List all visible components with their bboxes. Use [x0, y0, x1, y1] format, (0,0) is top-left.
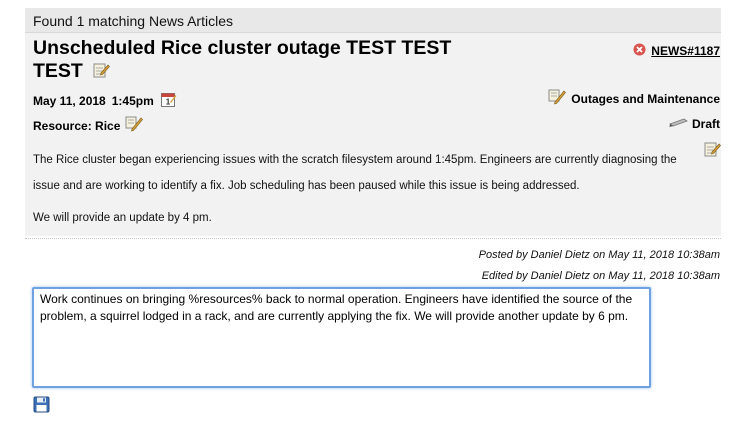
posted-by: Posted by Daniel Dietz on May 11, 2018 1… — [478, 249, 720, 261]
article-category: Outages and Maintenance — [547, 88, 720, 109]
edit-body-icon[interactable] — [703, 140, 721, 163]
news-id-area: NEWS#1187 — [633, 43, 720, 59]
pencil-icon[interactable] — [669, 117, 689, 131]
results-count-text: Found 1 matching News Articles — [33, 13, 233, 29]
article-title: Unscheduled Rice cluster outage TEST TES… — [33, 37, 473, 85]
category-label: Outages and Maintenance — [571, 91, 720, 106]
article-date: May 11, 2018 — [33, 94, 106, 108]
article-resource: Resource: Rice — [33, 115, 146, 136]
body-paragraph: We will provide an update by 4 pm. — [33, 212, 212, 224]
article-datetime: May 11, 2018 1:45pm 1 — [33, 91, 177, 111]
save-disk-icon[interactable] — [33, 396, 50, 418]
pencil-note-icon[interactable] — [547, 88, 569, 109]
body-paragraph: The Rice cluster began experiencing issu… — [33, 154, 677, 192]
divider — [25, 238, 721, 239]
article-time: 1:45pm — [111, 94, 154, 108]
edited-by: Edited by Daniel Dietz on May 11, 2018 1… — [481, 270, 720, 282]
delete-icon[interactable] — [633, 43, 646, 59]
edit-note-icon[interactable] — [92, 61, 111, 85]
update-textarea[interactable] — [32, 287, 651, 388]
resource-label: Resource: Rice — [33, 118, 121, 133]
results-header: Found 1 matching News Articles — [25, 8, 721, 33]
article-status: Draft — [669, 117, 720, 131]
pencil-note-icon[interactable] — [124, 115, 146, 136]
status-label: Draft — [691, 117, 720, 131]
calendar-icon[interactable]: 1 — [160, 91, 177, 111]
news-id-link[interactable]: NEWS#1187 — [651, 44, 720, 58]
article-body: The Rice cluster began experiencing issu… — [33, 147, 703, 231]
article-meta: Posted by Daniel Dietz on May 11, 2018 1… — [479, 245, 720, 287]
